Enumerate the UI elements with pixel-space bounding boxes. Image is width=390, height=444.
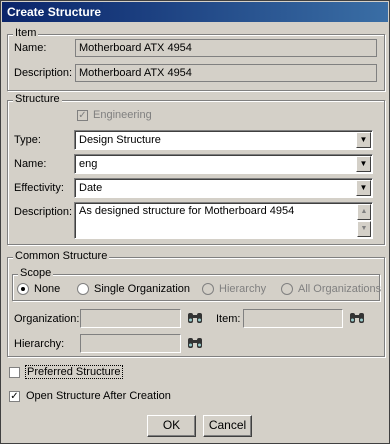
chevron-down-icon[interactable]: ▼: [356, 156, 371, 172]
scope-single-organization-radio[interactable]: [77, 283, 89, 295]
chevron-down-icon[interactable]: ▼: [356, 180, 371, 196]
item-search-field: [243, 309, 343, 328]
hierarchy-field: [80, 334, 181, 353]
effectivity-select[interactable]: Date ▼: [74, 178, 373, 198]
engineering-checkbox: ✓: [77, 110, 88, 121]
hierarchy-label: Hierarchy:: [14, 338, 65, 350]
open-after-creation-label[interactable]: Open Structure After Creation: [26, 390, 171, 402]
item-name-label: Name:: [14, 42, 47, 54]
scroll-up-icon[interactable]: ▲: [357, 204, 371, 220]
scope-none-label[interactable]: None: [34, 283, 60, 295]
structure-name-value: eng: [79, 158, 98, 170]
preferred-structure-label[interactable]: Preferred Structure: [25, 365, 123, 379]
engineering-label: Engineering: [93, 109, 152, 121]
scope-all-organizations-label: All Organizations: [298, 283, 382, 295]
type-select[interactable]: Design Structure ▼: [74, 130, 373, 150]
organization-label: Organization:: [14, 313, 80, 325]
open-after-creation-checkbox[interactable]: ✓: [9, 391, 20, 402]
type-value: Design Structure: [79, 134, 161, 146]
cancel-button[interactable]: Cancel: [203, 415, 252, 437]
structure-group-label: Structure: [13, 93, 62, 105]
scope-hierarchy-label: Hierarchy: [219, 283, 267, 295]
organization-field: [80, 309, 181, 328]
item-search-label: Item:: [216, 313, 241, 325]
chevron-down-icon[interactable]: ▼: [356, 132, 371, 148]
structure-name-label: Name:: [14, 158, 47, 170]
item-name-field: Motherboard ATX 4954: [75, 39, 377, 57]
structure-description-value: As designed structure for Motherboard 49…: [79, 205, 295, 217]
title-bar[interactable]: Create Structure: [2, 2, 388, 22]
preferred-structure-checkbox[interactable]: [9, 367, 20, 378]
structure-description-textarea[interactable]: As designed structure for Motherboard 49…: [74, 202, 373, 239]
item-description-label: Description:: [14, 67, 73, 79]
binoculars-icon[interactable]: [349, 312, 365, 324]
structure-description-label: Description:: [14, 206, 73, 218]
scope-group-label: Scope: [18, 267, 54, 279]
ok-button[interactable]: OK: [147, 415, 196, 437]
scope-none-radio[interactable]: [17, 283, 29, 295]
common-structure-group-label: Common Structure: [13, 250, 110, 262]
scope-hierarchy-radio: [202, 283, 214, 295]
item-group-label: Item: [13, 27, 39, 39]
binoculars-icon[interactable]: [187, 312, 203, 324]
structure-name-select[interactable]: eng ▼: [74, 154, 373, 174]
dialog-title: Create Structure: [7, 5, 102, 19]
type-label: Type:: [14, 134, 41, 146]
scroll-down-icon[interactable]: ▼: [357, 221, 371, 237]
scope-all-organizations-radio: [281, 283, 293, 295]
create-structure-dialog: Create Structure Item Name: Motherboard …: [0, 0, 390, 444]
scope-single-organization-label[interactable]: Single Organization: [94, 283, 190, 295]
effectivity-label: Effectivity:: [14, 182, 64, 194]
effectivity-value: Date: [79, 182, 103, 194]
binoculars-icon[interactable]: [187, 337, 203, 349]
item-description-field: Motherboard ATX 4954: [75, 64, 377, 82]
